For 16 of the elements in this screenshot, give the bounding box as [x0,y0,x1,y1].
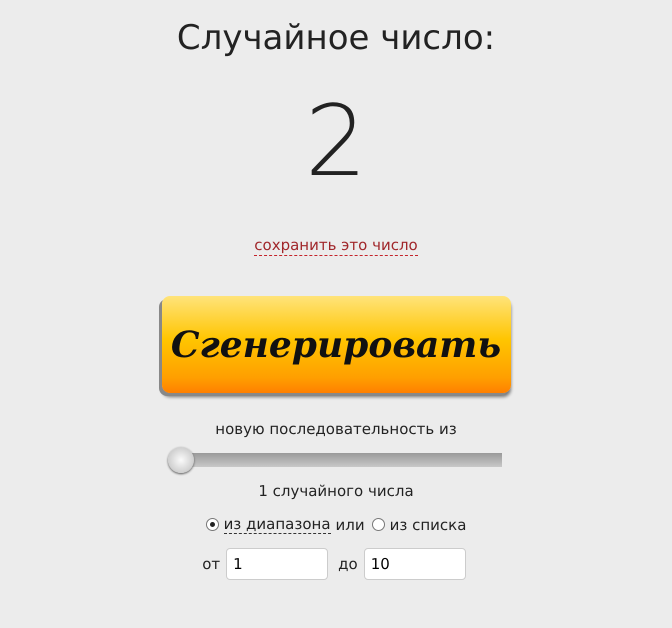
heading: Случайное число: [176,17,496,60]
count-label: 1 случайного числа [258,481,414,501]
range-input[interactable]: 10 [364,548,466,580]
or-label: или [336,516,365,534]
range-label: от [202,555,220,573]
generate-button[interactable]: Сгенерировать [162,296,510,393]
slider-thumb[interactable] [168,447,194,473]
random-number: 2 [304,84,368,201]
save-link[interactable]: сохранить это число [254,236,418,256]
range-label: до [338,555,358,573]
range-input[interactable]: 1 [226,548,328,580]
radio-button[interactable] [206,518,219,531]
radio-button[interactable] [372,518,385,531]
sequence-label: новую последовательность из [215,419,457,439]
radio-label[interactable]: из списка [390,516,466,534]
radio-label[interactable]: из диапазона [224,515,331,534]
